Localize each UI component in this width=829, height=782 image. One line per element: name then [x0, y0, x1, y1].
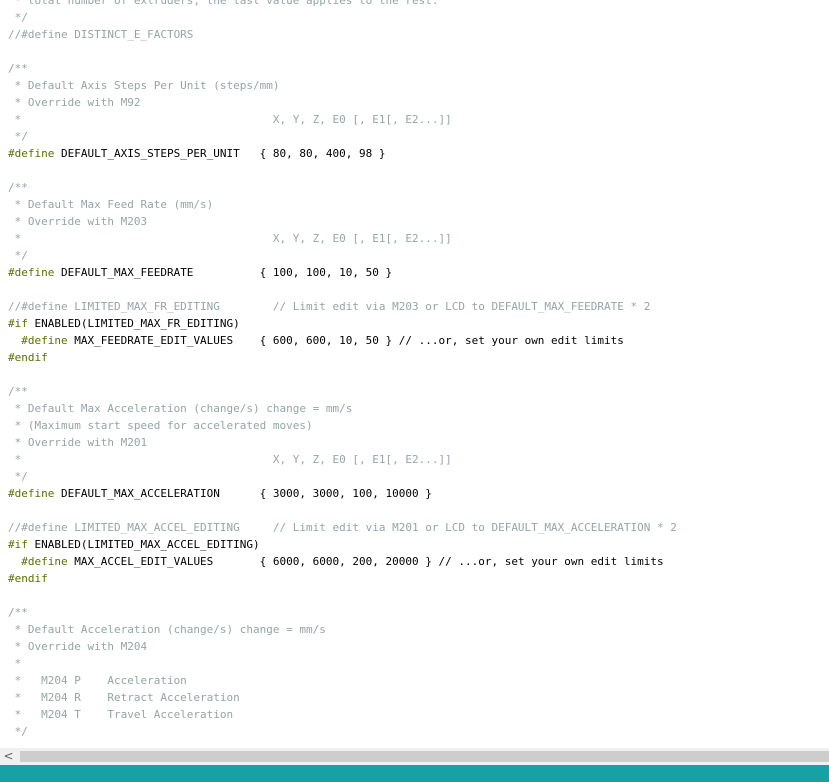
code-line: * Override with M201 — [8, 434, 677, 451]
comment-text: * (Maximum start speed for accelerated m… — [8, 419, 313, 432]
code-text-segment: DEFAULT_MAX_FEEDRATE { 100, 100, 10, 50 … — [54, 266, 393, 279]
code-text-segment: MAX_FEEDRATE_EDIT_VALUES { 600, 600, 10,… — [67, 334, 624, 347]
code-line: */ — [8, 723, 677, 740]
code-line: #define DEFAULT_MAX_FEEDRATE { 100, 100,… — [8, 264, 677, 281]
comment-text: /** — [8, 385, 28, 398]
comment-text: * Default Axis Steps Per Unit (steps/mm) — [8, 79, 280, 92]
code-line: * Default Axis Steps Per Unit (steps/mm) — [8, 77, 677, 94]
code-line: #endif — [8, 570, 677, 587]
preprocessor-keyword: #if — [8, 317, 28, 330]
preprocessor-keyword: #define — [21, 334, 68, 347]
code-line: * Override with M92 — [8, 94, 677, 111]
code-line: #define MAX_ACCEL_EDIT_VALUES { 6000, 60… — [8, 553, 677, 570]
code-line: */ — [8, 468, 677, 485]
code-line: /** — [8, 179, 677, 196]
code-line: * total number of extruders, the last va… — [8, 0, 677, 9]
comment-text: * Override with M92 — [8, 96, 141, 109]
code-line: #define MAX_FEEDRATE_EDIT_VALUES { 600, … — [8, 332, 677, 349]
preprocessor-keyword: #define — [8, 147, 55, 160]
preprocessor-keyword: #if — [8, 538, 28, 551]
code-line: #define DEFAULT_AXIS_STEPS_PER_UNIT { 80… — [8, 145, 677, 162]
code-line: */ — [8, 247, 677, 264]
code-line: #if ENABLED(LIMITED_MAX_ACCEL_EDITING) — [8, 536, 677, 553]
comment-text: * M204 P Acceleration — [8, 674, 187, 687]
comment-text: * Override with M203 — [8, 215, 148, 228]
comment-text: * Default Acceleration (change/s) change… — [8, 623, 326, 636]
code-line: * X, Y, Z, E0 [, E1[, E2...]] — [8, 230, 677, 247]
code-line: */ — [8, 128, 677, 145]
comment-text: */ — [8, 130, 28, 143]
comment-text: */ — [8, 11, 28, 24]
code-line: * Default Max Acceleration (change/s) ch… — [8, 400, 677, 417]
horizontal-scrollbar[interactable]: < — [0, 748, 829, 765]
code-line: //#define LIMITED_MAX_FR_EDITING // Limi… — [8, 298, 677, 315]
comment-text: * X, Y, Z, E0 [, E1[, E2...]] — [8, 113, 452, 126]
code-line: * (Maximum start speed for accelerated m… — [8, 417, 677, 434]
comment-text: /** — [8, 181, 28, 194]
code-line: /** — [8, 60, 677, 77]
comment-text: */ — [8, 470, 28, 483]
code-line: */ — [8, 9, 677, 26]
code-line: #if ENABLED(LIMITED_MAX_FR_EDITING) — [8, 315, 677, 332]
comment-text: * M204 T Travel Acceleration — [8, 708, 234, 721]
code-text-segment: ENABLED(LIMITED_MAX_FR_EDITING) — [27, 317, 240, 330]
preprocessor-keyword: #endif — [8, 572, 48, 585]
comment-text: * Override with M204 — [8, 640, 148, 653]
comment-text: //#define DISTINCT_E_FACTORS — [8, 28, 194, 41]
comment-text: * Override with M201 — [8, 436, 148, 449]
code-line: * X, Y, Z, E0 [, E1[, E2...]] — [8, 451, 677, 468]
scrollbar-thumb[interactable] — [20, 751, 829, 762]
preprocessor-keyword: #define — [8, 487, 55, 500]
code-line: #define DEFAULT_MAX_ACCELERATION { 3000,… — [8, 485, 677, 502]
preprocessor-keyword: #endif — [8, 351, 48, 364]
comment-text: */ — [8, 725, 28, 738]
comment-text: */ — [8, 249, 28, 262]
comment-text: * X, Y, Z, E0 [, E1[, E2...]] — [8, 453, 452, 466]
code-line: * Override with M204 — [8, 638, 677, 655]
code-text[interactable]: * total number of extruders, the last va… — [8, 0, 677, 740]
preprocessor-keyword: #define — [8, 266, 55, 279]
comment-text: //#define LIMITED_MAX_ACCEL_EDITING // L… — [8, 521, 677, 534]
code-line: * — [8, 655, 677, 672]
code-line: * M204 R Retract Acceleration — [8, 689, 677, 706]
comment-text: * Default Max Acceleration (change/s) ch… — [8, 402, 353, 415]
code-line: * Default Max Feed Rate (mm/s) — [8, 196, 677, 213]
comment-text: * Default Max Feed Rate (mm/s) — [8, 198, 214, 211]
comment-text: * X, Y, Z, E0 [, E1[, E2...]] — [8, 232, 452, 245]
code-line: //#define LIMITED_MAX_ACCEL_EDITING // L… — [8, 519, 677, 536]
code-line: * M204 P Acceleration — [8, 672, 677, 689]
scroll-left-arrow-icon[interactable]: < — [0, 748, 17, 765]
code-text-segment: ENABLED(LIMITED_MAX_ACCEL_EDITING) — [27, 538, 260, 551]
code-line: #endif — [8, 349, 677, 366]
code-text-segment: DEFAULT_AXIS_STEPS_PER_UNIT { 80, 80, 40… — [54, 147, 386, 160]
comment-text: * — [8, 657, 22, 670]
comment-text: //#define LIMITED_MAX_FR_EDITING // Limi… — [8, 300, 651, 313]
comment-text: * M204 R Retract Acceleration — [8, 691, 240, 704]
comment-text: * total number of extruders, the last va… — [8, 0, 439, 7]
preprocessor-keyword: #define — [21, 555, 68, 568]
code-line: * M204 T Travel Acceleration — [8, 706, 677, 723]
code-text-segment: MAX_ACCEL_EDIT_VALUES { 6000, 6000, 200,… — [67, 555, 664, 568]
code-line: * Override with M203 — [8, 213, 677, 230]
code-line: //#define DISTINCT_E_FACTORS — [8, 26, 677, 43]
code-line: /** — [8, 383, 677, 400]
code-text-segment: DEFAULT_MAX_ACCELERATION { 3000, 3000, 1… — [54, 487, 432, 500]
comment-text: /** — [8, 62, 28, 75]
code-line: * X, Y, Z, E0 [, E1[, E2...]] — [8, 111, 677, 128]
code-line: * Default Acceleration (change/s) change… — [8, 621, 677, 638]
comment-text: /** — [8, 606, 28, 619]
code-line: /** — [8, 604, 677, 621]
code-editor[interactable]: * total number of extruders, the last va… — [0, 0, 829, 748]
status-bar — [0, 765, 829, 782]
